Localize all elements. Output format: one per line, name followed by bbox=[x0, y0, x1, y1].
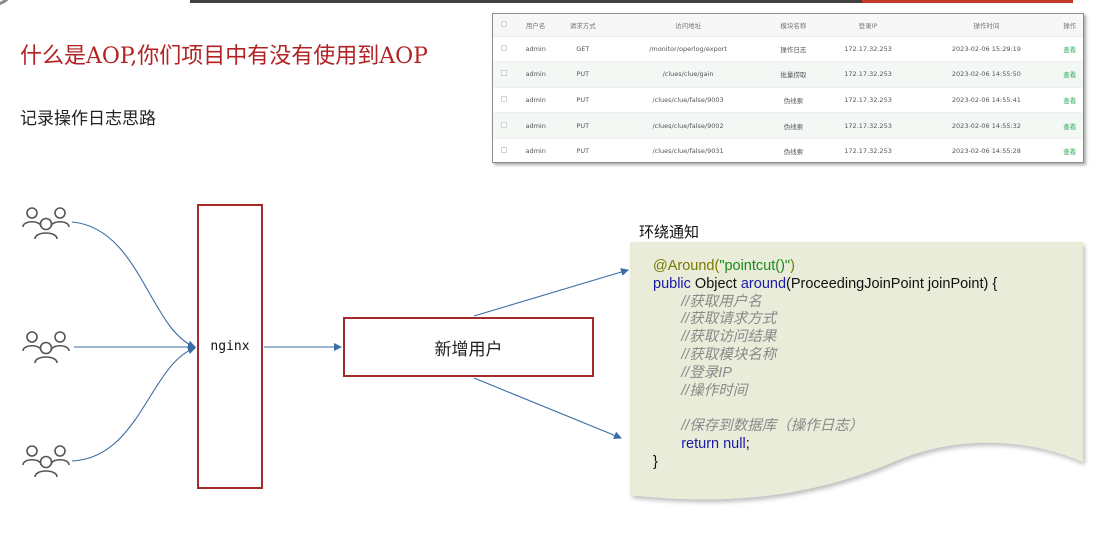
code-comment: //获取请求方式 bbox=[681, 311, 777, 328]
connector-top-user-to-nginx bbox=[71, 221, 196, 349]
code-comment-save: //保存到数据库（操作日志） bbox=[681, 418, 864, 435]
nginx-box: nginx bbox=[197, 204, 263, 489]
users-icon bbox=[22, 445, 70, 478]
around-advice-code: @Around("pointcut()") public Object arou… bbox=[653, 258, 997, 472]
code-method-signature: public Object around(ProceedingJoinPoint… bbox=[653, 275, 998, 292]
users-icon bbox=[22, 331, 70, 364]
code-return-statement: return null; bbox=[681, 435, 750, 452]
code-comment: //获取访问结果 bbox=[681, 329, 777, 346]
code-comment: //登录IP bbox=[681, 364, 732, 381]
code-annotation: @Around("pointcut()") bbox=[653, 258, 795, 274]
add-user-box: 新增用户 bbox=[343, 317, 594, 377]
around-advice-label: 环绕通知 bbox=[639, 223, 700, 241]
nginx-label: nginx bbox=[210, 339, 250, 354]
connector-add-user-to-advice-bottom bbox=[473, 377, 622, 440]
connector-add-user-to-advice-top bbox=[473, 268, 629, 317]
code-comment: //获取用户名 bbox=[681, 293, 762, 310]
code-comment: //获取模块名称 bbox=[681, 346, 777, 363]
code-closing-brace: } bbox=[653, 453, 658, 470]
connector-bottom-user-to-nginx bbox=[71, 346, 196, 462]
code-comment: //操作时间 bbox=[681, 382, 748, 399]
add-user-label: 新增用户 bbox=[434, 339, 503, 360]
users-icon bbox=[22, 207, 70, 240]
